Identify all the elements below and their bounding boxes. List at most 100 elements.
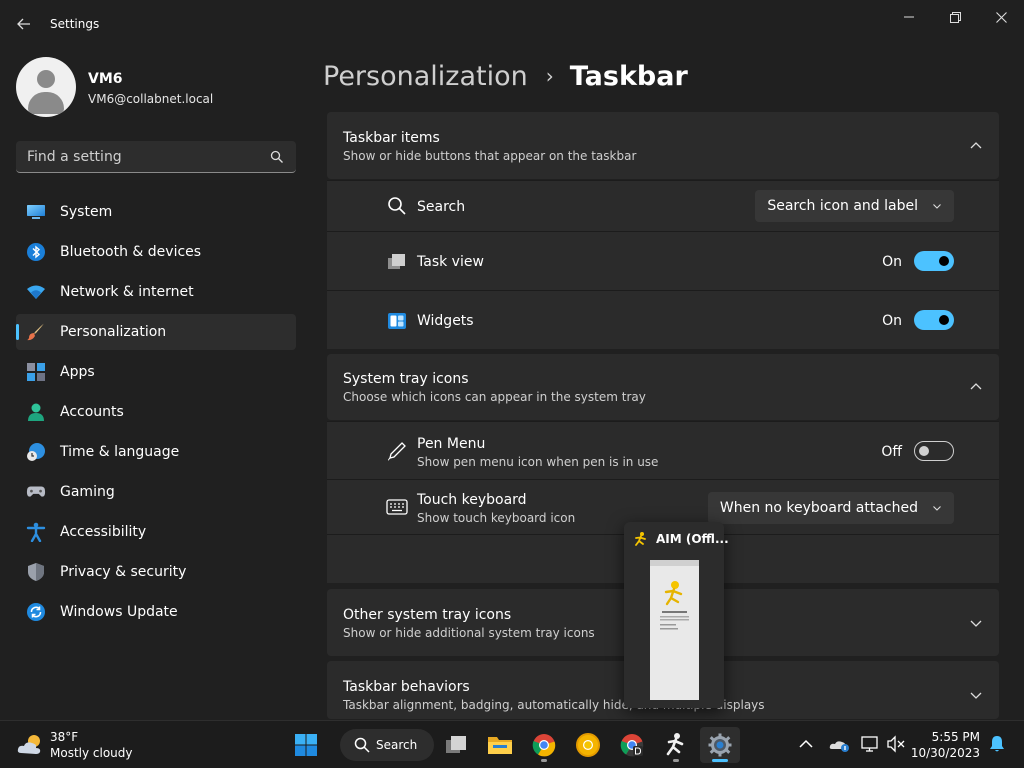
network-icon[interactable]: [861, 735, 881, 753]
weather-temperature[interactable]: 38°F: [50, 730, 78, 744]
row-label: Search: [417, 199, 466, 215]
chrome-button[interactable]: [524, 727, 564, 763]
chrome-dev-icon: [620, 734, 644, 757]
avatar-shoulders: [28, 92, 64, 114]
sidebar-item-label: Accessibility: [60, 524, 147, 540]
aim-running-man-icon: [635, 532, 646, 546]
toggle-knob: [939, 256, 949, 266]
folder-icon: [488, 737, 512, 754]
sidebar-nav: System Bluetooth & devices Network & int…: [16, 194, 296, 634]
clock-time[interactable]: 5:55 PM: [932, 730, 980, 744]
restore-button[interactable]: [932, 6, 978, 28]
user-email: VM6@collabnet.local: [88, 92, 214, 106]
chevron-up-icon[interactable]: [969, 139, 983, 153]
find-setting-search-box[interactable]: [16, 141, 296, 173]
breadcrumb: Personalization › Taskbar: [323, 58, 688, 94]
close-button[interactable]: [978, 6, 1024, 28]
back-button[interactable]: [8, 10, 40, 38]
avatar[interactable]: [16, 57, 76, 117]
task-view-toggle[interactable]: [914, 251, 954, 271]
widgets-toggle[interactable]: [914, 310, 954, 330]
sidebar-item-label: Time & language: [60, 444, 180, 460]
chevron-down-icon[interactable]: [969, 688, 983, 702]
volume-muted-icon[interactable]: [886, 735, 906, 753]
search-mode-dropdown[interactable]: Search icon and label: [755, 190, 954, 222]
sidebar-item-gaming[interactable]: Gaming: [16, 474, 296, 510]
clock-date[interactable]: 10/30/2023: [911, 746, 980, 760]
file-explorer-button[interactable]: [480, 727, 520, 763]
page-title: Taskbar: [569, 60, 688, 92]
chrome-dev-button[interactable]: [612, 727, 652, 763]
sidebar-item-accessibility[interactable]: Accessibility: [16, 514, 296, 550]
minimize-button[interactable]: [886, 6, 932, 28]
sidebar-item-label: Gaming: [60, 484, 115, 500]
chevron-up-icon[interactable]: [797, 735, 815, 753]
weather-description[interactable]: Mostly cloudy: [50, 746, 133, 760]
taskbar-items-section[interactable]: Taskbar items Show or hide buttons that …: [327, 112, 999, 179]
pen-menu-setting-row: Pen Menu Show pen menu icon when pen is …: [327, 421, 999, 479]
sidebar-item-windows-update[interactable]: Windows Update: [16, 594, 296, 630]
preview-thumbnail: [650, 560, 699, 700]
section-subtitle: Choose which icons can appear in the sys…: [343, 390, 646, 404]
user-name: VM6: [88, 71, 123, 87]
aim-window-thumbnail: [650, 560, 699, 630]
search-icon: [354, 737, 370, 753]
toggle-knob: [939, 315, 949, 325]
pen-icon: [388, 442, 406, 461]
sidebar-item-time-language[interactable]: Time & language: [16, 434, 296, 470]
toggle-knob: [919, 446, 929, 456]
keyboard-icon: [386, 499, 408, 515]
taskbar-search-button[interactable]: Search: [340, 729, 434, 761]
bluetooth-icon: [26, 242, 46, 262]
sidebar-item-accounts[interactable]: Accounts: [16, 394, 296, 430]
task-view-button[interactable]: [436, 727, 476, 763]
aim-running-man-icon: [666, 733, 684, 756]
sidebar-item-label: Personalization: [60, 324, 167, 340]
toggle-state-label: Off: [881, 444, 902, 460]
start-button[interactable]: [286, 727, 326, 763]
sidebar-item-label: Apps: [60, 364, 95, 380]
system-tray-icons-section[interactable]: System tray icons Choose which icons can…: [327, 354, 999, 420]
toggle-state-label: On: [882, 313, 902, 329]
sidebar-item-personalization[interactable]: Personalization: [16, 314, 296, 350]
breadcrumb-parent[interactable]: Personalization: [323, 61, 528, 92]
sidebar-item-label: Windows Update: [60, 604, 178, 620]
cloud-sun-icon[interactable]: [16, 733, 46, 757]
section-title: System tray icons: [343, 371, 469, 387]
chevron-down-icon[interactable]: [969, 616, 983, 630]
breadcrumb-separator: ›: [545, 64, 554, 88]
section-title: Taskbar items: [343, 130, 440, 146]
onedrive-icon[interactable]: [829, 735, 851, 753]
touch-keyboard-dropdown[interactable]: When no keyboard attached: [707, 492, 954, 524]
sidebar-item-label: Accounts: [60, 404, 124, 420]
arrow-left-icon: [17, 18, 30, 30]
row-subtitle: Show pen menu icon when pen is in use: [417, 455, 659, 469]
bell-icon[interactable]: [988, 735, 1006, 753]
dropdown-value: Search icon and label: [767, 198, 918, 214]
sidebar-item-network[interactable]: Network & internet: [16, 274, 296, 310]
sidebar-item-privacy[interactable]: Privacy & security: [16, 554, 296, 590]
row-label: Touch keyboard: [417, 492, 527, 508]
sidebar-item-system[interactable]: System: [16, 194, 296, 230]
sidebar-item-bluetooth[interactable]: Bluetooth & devices: [16, 234, 296, 270]
section-subtitle: Show or hide additional system tray icon…: [343, 626, 595, 640]
search-input[interactable]: [16, 141, 266, 172]
aim-button[interactable]: [656, 727, 696, 763]
running-indicator: [541, 759, 547, 762]
title-bar: Settings: [0, 0, 1024, 48]
pen-menu-toggle[interactable]: [914, 441, 954, 461]
chrome-canary-button[interactable]: [568, 727, 608, 763]
sidebar-item-label: Network & internet: [60, 284, 194, 300]
settings-button[interactable]: [700, 727, 740, 763]
search-icon[interactable]: [270, 150, 284, 164]
sidebar-item-apps[interactable]: Apps: [16, 354, 296, 390]
chevron-down-icon: [933, 506, 941, 511]
aim-window-preview[interactable]: AIM (Offl...: [624, 522, 729, 708]
update-icon: [26, 602, 46, 622]
running-indicator: [673, 759, 679, 762]
sidebar-item-label: Privacy & security: [60, 564, 187, 580]
preview-title: AIM (Offl...: [656, 532, 729, 546]
chevron-up-icon[interactable]: [969, 380, 983, 394]
row-label: Widgets: [417, 313, 474, 329]
close-icon: [995, 11, 1007, 23]
